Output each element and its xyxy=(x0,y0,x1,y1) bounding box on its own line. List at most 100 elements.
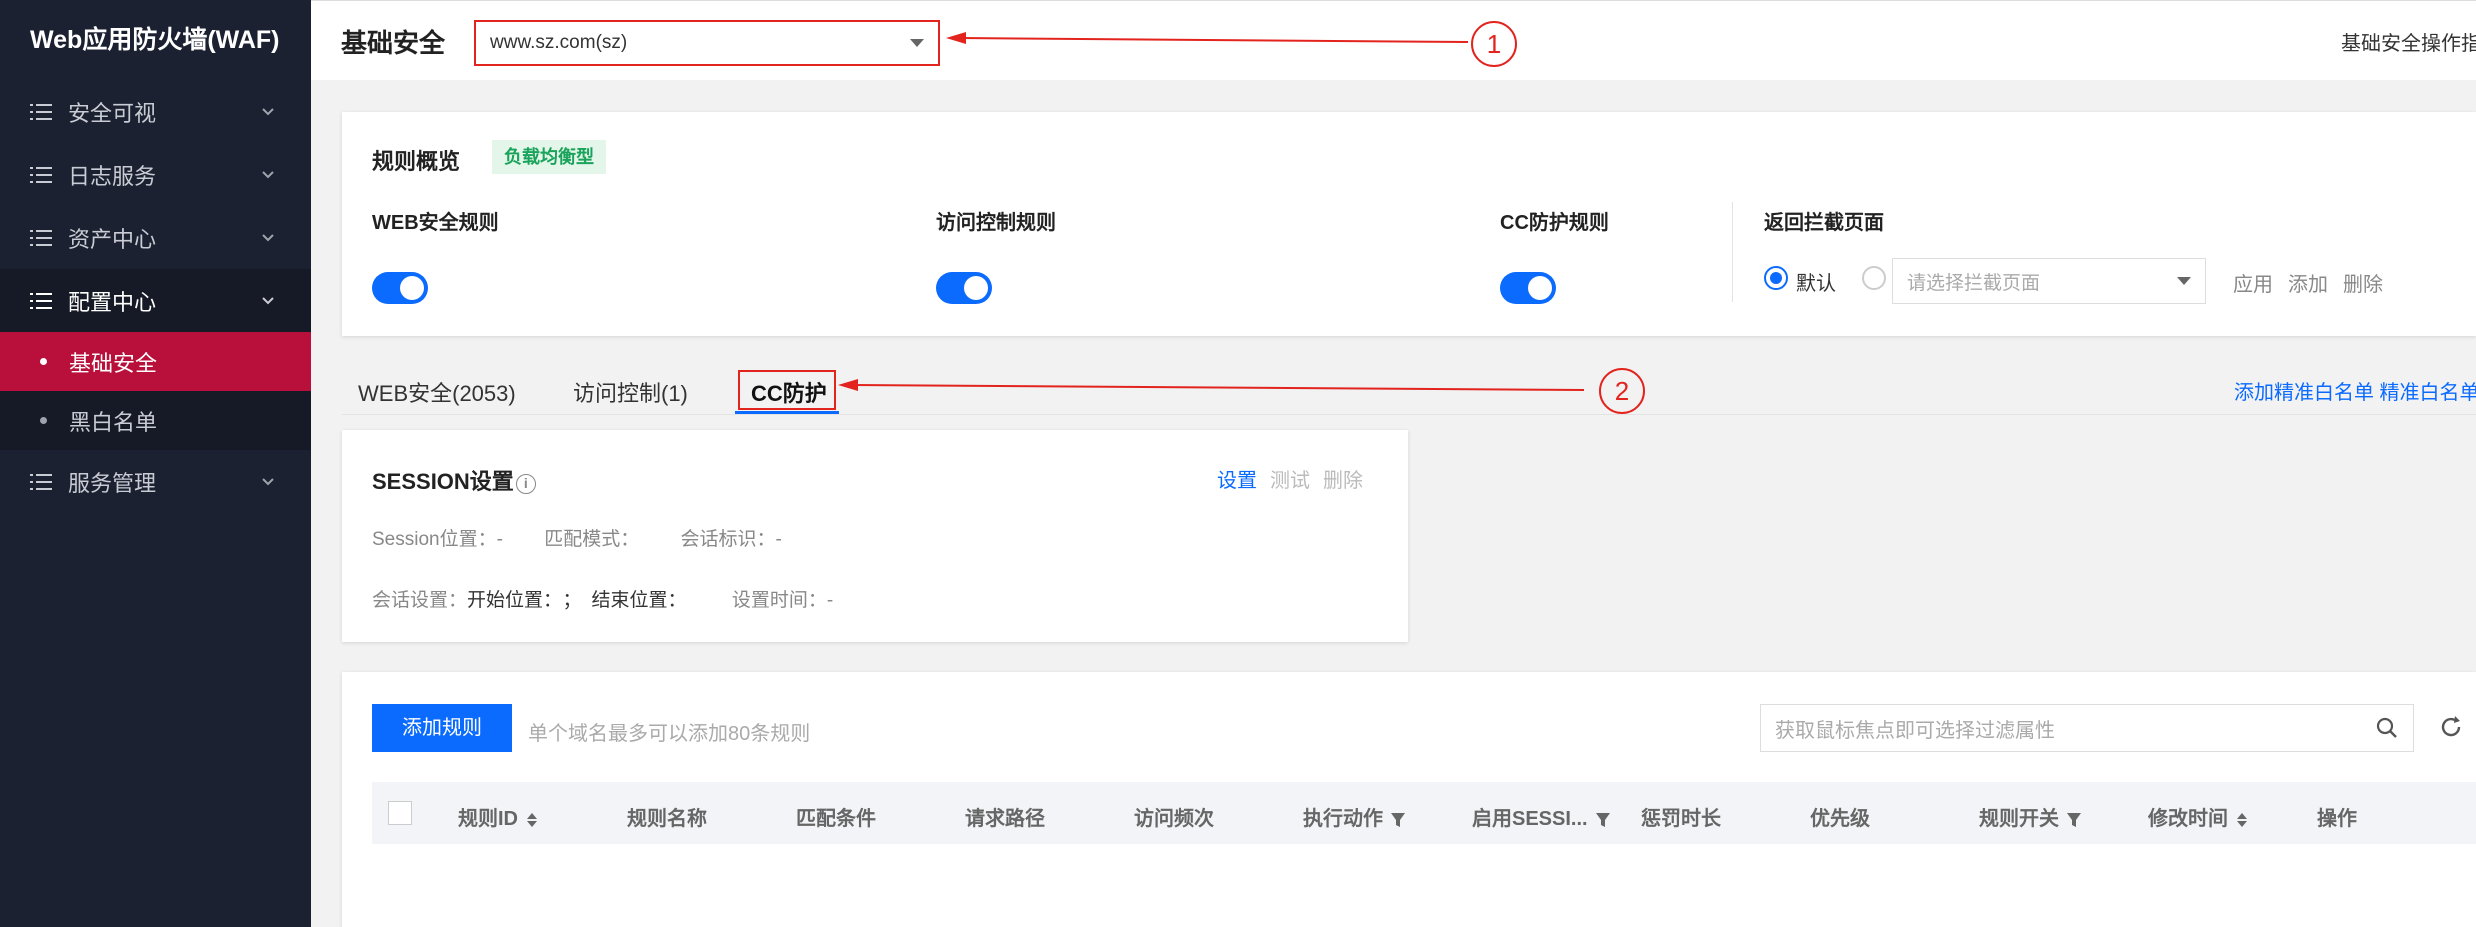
sidebar-item-security-visual[interactable]: 安全可视 xyxy=(0,80,311,143)
sidebar-item-log-service[interactable]: 日志服务 xyxy=(0,143,311,206)
sidebar-subitem-basic-security[interactable]: 基础安全 xyxy=(0,332,311,391)
column-rule-id[interactable]: 规则ID xyxy=(458,802,538,831)
set-time-value: - xyxy=(826,590,834,611)
column-action[interactable]: 执行动作 xyxy=(1303,802,1405,831)
list-icon xyxy=(30,166,52,183)
default-radio[interactable] xyxy=(1764,266,1788,290)
block-page-title-wrap: 返回拦截页面 xyxy=(1764,206,1884,235)
add-rule-hint: 单个域名最多可以添加80条规则 xyxy=(528,723,811,745)
chevron-down-icon xyxy=(262,477,274,485)
column-request-path: 请求路径 xyxy=(965,808,1045,830)
session-delete-link[interactable]: 删除 xyxy=(1323,464,1363,493)
guide-link[interactable]: 基础安全操作指南 xyxy=(2341,27,2476,56)
chevron-down-icon xyxy=(262,233,274,241)
block-page-select[interactable]: 请选择拦截页面 xyxy=(1892,258,2206,304)
sidebar-item-service-management[interactable]: 服务管理 xyxy=(0,450,311,513)
session-setting-key: 会话设置： xyxy=(372,590,468,611)
sidebar-item-label: 日志服务 xyxy=(68,163,157,189)
search-placeholder: 获取鼠标焦点即可选择过滤属性 xyxy=(1775,719,2055,742)
access-rule-group: 访问控制规则 xyxy=(936,206,1056,304)
column-label: 启用SESSI... xyxy=(1472,808,1588,830)
sidebar-item-label: 资产中心 xyxy=(68,226,157,252)
session-id-value: - xyxy=(775,529,782,550)
session-settings-card: SESSION设置 i 设置 测试 删除 Session位置：- 匹配模式： 会话… xyxy=(342,430,1408,642)
chevron-down-icon xyxy=(262,296,274,304)
highlight-box xyxy=(738,370,836,410)
toggle-knob xyxy=(1528,276,1552,300)
active-tab-indicator xyxy=(735,411,839,414)
match-mode-key: 匹配模式： xyxy=(544,529,640,550)
access-rule-label: 访问控制规则 xyxy=(936,212,1056,234)
refresh-icon[interactable] xyxy=(2438,714,2464,740)
web-rule-group: WEB安全规则 xyxy=(372,206,499,304)
toggle-knob xyxy=(964,276,988,300)
list-icon xyxy=(30,473,52,490)
domain-select[interactable]: www.sz.com(sz) xyxy=(474,20,940,66)
column-session-enabled[interactable]: 启用SESSI... xyxy=(1472,802,1610,831)
instance-type-badge: 负载均衡型 xyxy=(492,140,606,174)
filter-icon[interactable] xyxy=(1595,812,1610,828)
sidebar-item-label: 安全可视 xyxy=(68,100,157,126)
sidebar-item-asset-center[interactable]: 资产中心 xyxy=(0,206,311,269)
add-rule-button[interactable]: 添加规则 xyxy=(372,704,512,752)
sidebar-item-config-center[interactable]: 配置中心 xyxy=(0,269,311,332)
access-rule-toggle[interactable] xyxy=(936,272,992,304)
column-modified-time[interactable]: 修改时间 xyxy=(2148,802,2248,831)
toggle-knob xyxy=(400,276,424,300)
annotation-marker-1: 1 xyxy=(1471,21,1517,67)
divider xyxy=(1732,202,1733,302)
sidebar-item-label: 配置中心 xyxy=(68,289,157,315)
session-test-link[interactable]: 测试 xyxy=(1270,464,1310,493)
sidebar-subitem-black-white-list[interactable]: 黑白名单 xyxy=(0,391,311,450)
web-rule-label: WEB安全规则 xyxy=(372,212,499,234)
block-page-title: 返回拦截页面 xyxy=(1764,212,1884,234)
caret-down-icon xyxy=(910,39,924,47)
tab-access-control[interactable]: 访问控制(1) xyxy=(573,376,688,408)
page-title: 基础安全 xyxy=(341,28,446,58)
chevron-down-icon xyxy=(262,107,274,115)
column-priority: 优先级 xyxy=(1810,808,1870,830)
select-all-checkbox[interactable] xyxy=(388,801,412,825)
sort-icon[interactable] xyxy=(526,812,538,828)
custom-radio[interactable] xyxy=(1862,266,1886,290)
cc-rule-label: CC防护规则 xyxy=(1500,212,1609,234)
filter-search-input[interactable]: 获取鼠标焦点即可选择过滤属性 xyxy=(1760,704,2414,752)
cc-rules-card: 添加规则 单个域名最多可以添加80条规则 获取鼠标焦点即可选择过滤属性 规则ID… xyxy=(342,672,2476,927)
apply-link[interactable]: 应用 xyxy=(2233,268,2273,297)
header: 基础安全 www.sz.com(sz) 基础安全操作指南 xyxy=(311,0,2476,80)
whitelist-links[interactable]: 添加精准白名单 精准白名单列表 xyxy=(2234,376,2476,405)
session-set-link[interactable]: 设置 xyxy=(1217,464,1257,493)
sidebar: Web应用防火墙(WAF) 安全可视 日志服务 资产中心 配置中心 基础安全 黑… xyxy=(0,0,311,927)
session-position-key: Session位置： xyxy=(372,529,497,550)
filter-icon[interactable] xyxy=(2067,812,2081,828)
session-title-text: SESSION设置 xyxy=(372,469,514,494)
tab-web-security[interactable]: WEB安全(2053) xyxy=(358,376,516,408)
end-position-key: 结束位置： xyxy=(591,590,687,611)
session-row-2: 会话设置：开始位置： ； 结束位置： 设置时间：- xyxy=(372,585,833,612)
bullet-icon xyxy=(40,417,47,424)
delete-link[interactable]: 删除 xyxy=(2343,268,2383,297)
sidebar-item-label: 服务管理 xyxy=(68,470,157,496)
column-rule-switch[interactable]: 规则开关 xyxy=(1979,802,2081,831)
list-icon xyxy=(30,229,52,246)
overview-title: 规则概览 xyxy=(372,149,461,174)
column-match-condition: 匹配条件 xyxy=(796,808,876,830)
add-link[interactable]: 添加 xyxy=(2288,268,2328,297)
filter-icon[interactable] xyxy=(1391,812,1405,828)
rule-overview-card: 规则概览 负载均衡型 WEB安全规则 访问控制规则 CC防护规则 返回拦截页面 … xyxy=(342,112,2476,336)
cc-rule-toggle[interactable] xyxy=(1500,272,1556,304)
column-label: 修改时间 xyxy=(2148,808,2228,830)
column-label: 执行动作 xyxy=(1303,808,1383,830)
list-icon xyxy=(30,292,52,309)
session-position-value: - xyxy=(496,529,503,550)
web-rule-toggle[interactable] xyxy=(372,272,428,304)
separator: ； xyxy=(562,590,582,611)
column-label: 规则ID xyxy=(458,808,518,830)
sort-icon[interactable] xyxy=(2236,812,2248,828)
block-page-placeholder: 请选择拦截页面 xyxy=(1907,272,2041,294)
column-operations: 操作 xyxy=(2317,808,2357,830)
info-icon[interactable]: i xyxy=(515,474,536,494)
column-penalty-duration: 惩罚时长 xyxy=(1641,808,1721,830)
search-icon[interactable] xyxy=(2375,716,2399,740)
sidebar-subitem-label: 基础安全 xyxy=(69,350,158,376)
